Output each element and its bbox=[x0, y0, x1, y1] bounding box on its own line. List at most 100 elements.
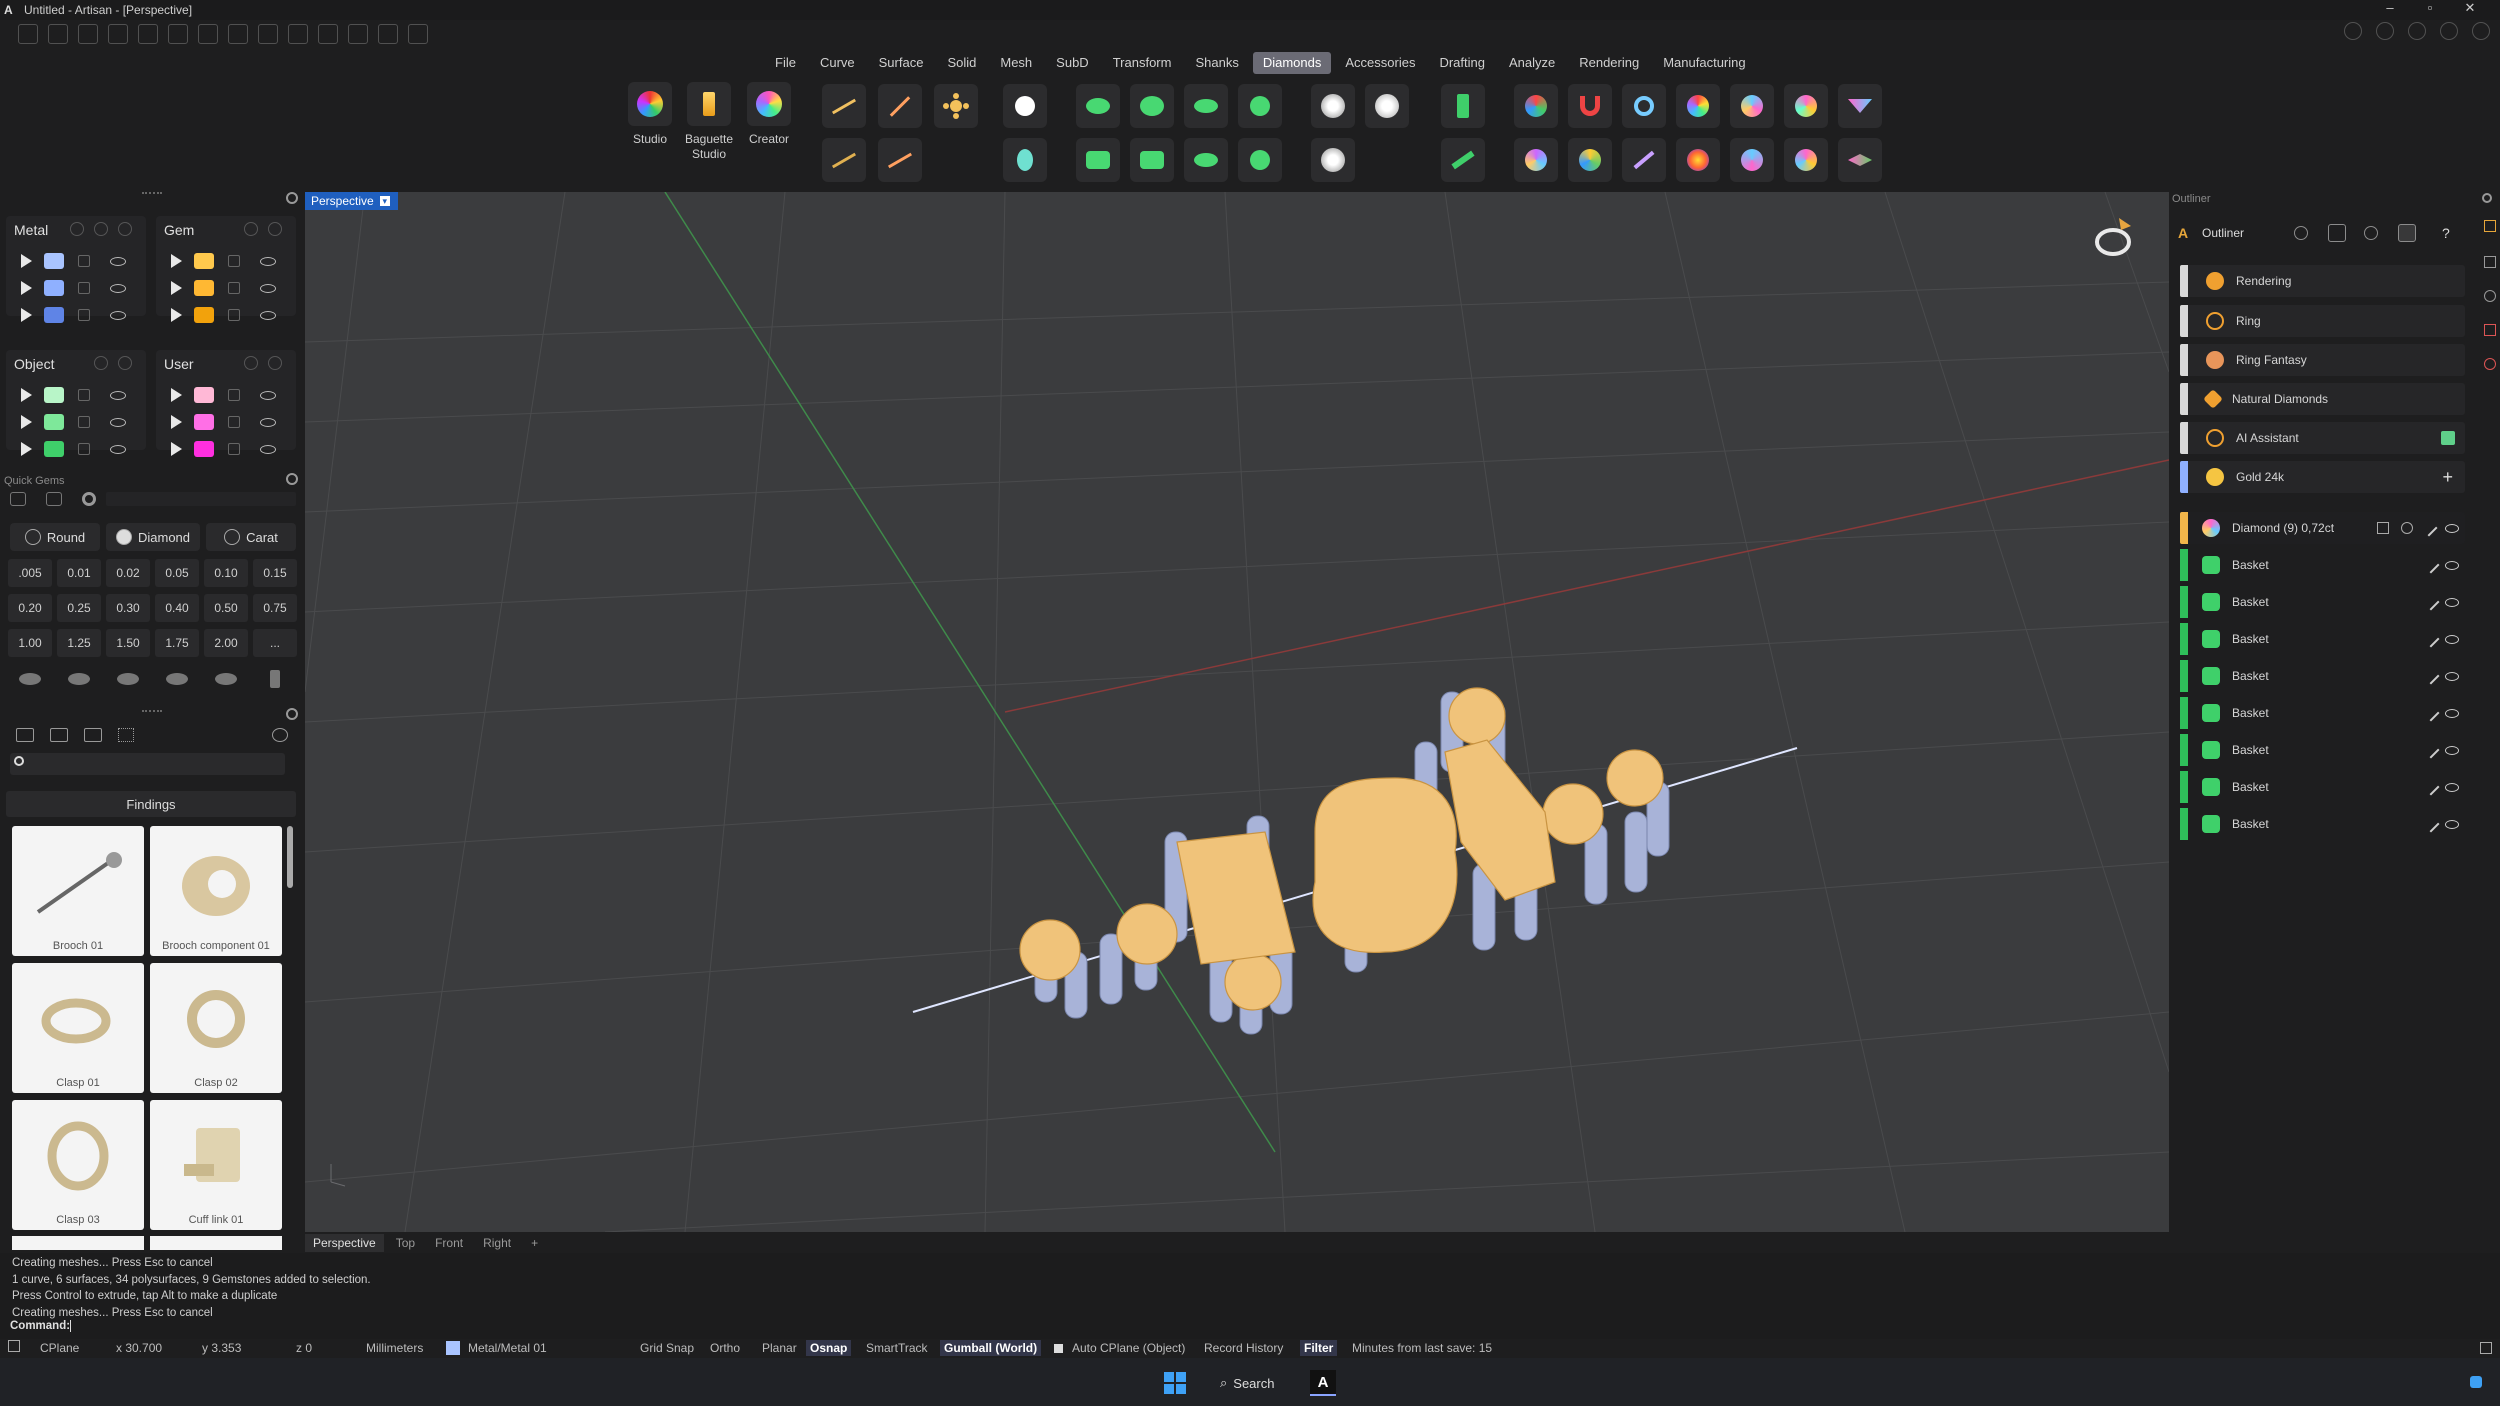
menu-accessories[interactable]: Accessories bbox=[1335, 52, 1425, 74]
scale-icon[interactable] bbox=[2328, 224, 2346, 242]
play-icon[interactable] bbox=[171, 442, 182, 456]
lock-icon[interactable] bbox=[78, 443, 90, 455]
import-icon[interactable] bbox=[84, 728, 102, 742]
outliner-category-ring-fantasy[interactable]: Ring Fantasy bbox=[2180, 344, 2465, 376]
add-viewport-button[interactable]: + bbox=[523, 1234, 546, 1252]
menu-shanks[interactable]: Shanks bbox=[1185, 52, 1248, 74]
ring-navigator-icon[interactable] bbox=[2095, 218, 2131, 256]
carat-button[interactable]: 0.75 bbox=[253, 594, 297, 622]
library-item-brooch-01[interactable]: Brooch 01 bbox=[12, 826, 144, 956]
gear-icon[interactable] bbox=[286, 192, 298, 204]
eye-icon[interactable] bbox=[2445, 819, 2459, 829]
add-folder-icon[interactable] bbox=[50, 728, 68, 742]
library-item-cuff-link-01[interactable]: Cuff link 01 bbox=[150, 1100, 282, 1230]
gem-array-icon[interactable] bbox=[934, 84, 978, 128]
channel-setting-icon[interactable] bbox=[1184, 84, 1228, 128]
lock-icon[interactable] bbox=[94, 356, 108, 370]
eye-icon[interactable] bbox=[118, 356, 132, 370]
lock-icon[interactable] bbox=[78, 255, 90, 267]
pen-icon[interactable] bbox=[2422, 556, 2440, 574]
align-icon[interactable] bbox=[378, 24, 398, 44]
tab-top[interactable]: Top bbox=[388, 1234, 423, 1252]
play-icon[interactable] bbox=[21, 415, 32, 429]
outliner-category-ring[interactable]: Ring bbox=[2180, 305, 2465, 337]
undo-icon[interactable] bbox=[138, 24, 158, 44]
carat-button[interactable]: 0.50 bbox=[204, 594, 248, 622]
eye-icon[interactable] bbox=[260, 283, 276, 293]
settings-icon[interactable] bbox=[408, 24, 428, 44]
gumball-toggle[interactable]: Gumball (World) bbox=[940, 1340, 1042, 1356]
eye-icon[interactable] bbox=[2445, 597, 2459, 607]
gem-size-field[interactable] bbox=[106, 492, 296, 506]
gem-profile-icon[interactable] bbox=[106, 665, 150, 693]
artisan-taskbar-icon[interactable]: A bbox=[1310, 1370, 1336, 1396]
menu-transform[interactable]: Transform bbox=[1103, 52, 1182, 74]
lock-icon[interactable] bbox=[244, 222, 258, 236]
eye-icon[interactable] bbox=[268, 222, 282, 236]
notification-icon[interactable] bbox=[2470, 1376, 2482, 1388]
pen-icon[interactable] bbox=[2422, 815, 2440, 833]
outliner-object-row[interactable]: Basket bbox=[2180, 660, 2465, 692]
chevron-down-icon[interactable]: ▾ bbox=[379, 196, 390, 206]
record-history-toggle[interactable]: Record History bbox=[1200, 1340, 1287, 1356]
gear-icon[interactable] bbox=[286, 708, 298, 720]
material-icon[interactable] bbox=[70, 222, 84, 236]
gem-spacing-check-icon[interactable] bbox=[1784, 138, 1828, 182]
round-gem-icon[interactable] bbox=[1003, 84, 1047, 128]
gems-on-curve-icon[interactable] bbox=[822, 84, 866, 128]
gem-color-icon[interactable] bbox=[1676, 84, 1720, 128]
menu-solid[interactable]: Solid bbox=[937, 52, 986, 74]
select-icon[interactable] bbox=[2401, 522, 2413, 534]
perspective-viewport[interactable]: Perspective ▾ bbox=[305, 192, 2169, 1232]
lock-icon[interactable] bbox=[244, 356, 258, 370]
layer-color-swatch[interactable] bbox=[44, 280, 64, 296]
play-icon[interactable] bbox=[21, 308, 32, 322]
auto-cplane-checkbox[interactable] bbox=[1054, 1344, 1063, 1353]
outliner-object-row[interactable]: Basket bbox=[2180, 697, 2465, 729]
layer-color-swatch[interactable] bbox=[44, 387, 64, 403]
gem-rotate-icon[interactable] bbox=[1784, 84, 1828, 128]
eye-icon[interactable] bbox=[268, 356, 282, 370]
menu-manufacturing[interactable]: Manufacturing bbox=[1653, 52, 1755, 74]
user-layer-row[interactable] bbox=[156, 384, 296, 406]
library-item-clasp-03[interactable]: Clasp 03 bbox=[12, 1100, 144, 1230]
pen-icon[interactable] bbox=[2422, 593, 2440, 611]
gem-table-icon[interactable] bbox=[1838, 84, 1882, 128]
lock-icon[interactable] bbox=[94, 222, 108, 236]
ortho-toggle[interactable]: Ortho bbox=[706, 1340, 744, 1356]
eye-icon[interactable] bbox=[2445, 671, 2459, 681]
outliner-category-rendering[interactable]: Rendering bbox=[2180, 265, 2465, 297]
gem-weight-icon[interactable] bbox=[1568, 138, 1612, 182]
pave-icon[interactable] bbox=[1311, 84, 1355, 128]
eye-icon[interactable] bbox=[260, 417, 276, 427]
material-icon[interactable] bbox=[2484, 358, 2496, 370]
open-file-icon[interactable] bbox=[78, 24, 98, 44]
library-search-input[interactable] bbox=[10, 753, 285, 775]
lock-icon[interactable] bbox=[228, 309, 240, 321]
outliner-group-diamond[interactable]: Diamond (9) 0,72ct bbox=[2180, 512, 2465, 544]
eye-icon[interactable] bbox=[118, 222, 132, 236]
play-icon[interactable] bbox=[21, 254, 32, 268]
user-layer-row[interactable] bbox=[156, 438, 296, 460]
gem-flip-icon[interactable] bbox=[1838, 138, 1882, 182]
menu-diamonds[interactable]: Diamonds bbox=[1252, 52, 1332, 74]
lock-icon[interactable] bbox=[78, 282, 90, 294]
menu-curve[interactable]: Curve bbox=[810, 52, 865, 74]
layer-color-swatch[interactable] bbox=[44, 414, 64, 430]
outliner-object-row[interactable]: Basket bbox=[2180, 734, 2465, 766]
gem-size-icon[interactable] bbox=[82, 492, 96, 506]
gems-on-surface-icon[interactable] bbox=[822, 138, 866, 182]
lock-icon[interactable] bbox=[78, 309, 90, 321]
outliner-object-row[interactable]: Basket bbox=[2180, 808, 2465, 840]
gem-count-icon[interactable] bbox=[1514, 138, 1558, 182]
eye-icon[interactable] bbox=[110, 417, 126, 427]
layer-color-swatch[interactable] bbox=[44, 441, 64, 457]
gem-profile-icon[interactable] bbox=[155, 665, 199, 693]
library-item-clasp-02[interactable]: Clasp 02 bbox=[150, 963, 282, 1093]
folder-icon[interactable] bbox=[16, 728, 34, 742]
eye-icon[interactable] bbox=[2445, 708, 2459, 718]
lock-icon[interactable] bbox=[228, 282, 240, 294]
carat-button[interactable]: 1.75 bbox=[155, 629, 199, 657]
play-icon[interactable] bbox=[171, 415, 182, 429]
carat-button[interactable]: 0.40 bbox=[155, 594, 199, 622]
